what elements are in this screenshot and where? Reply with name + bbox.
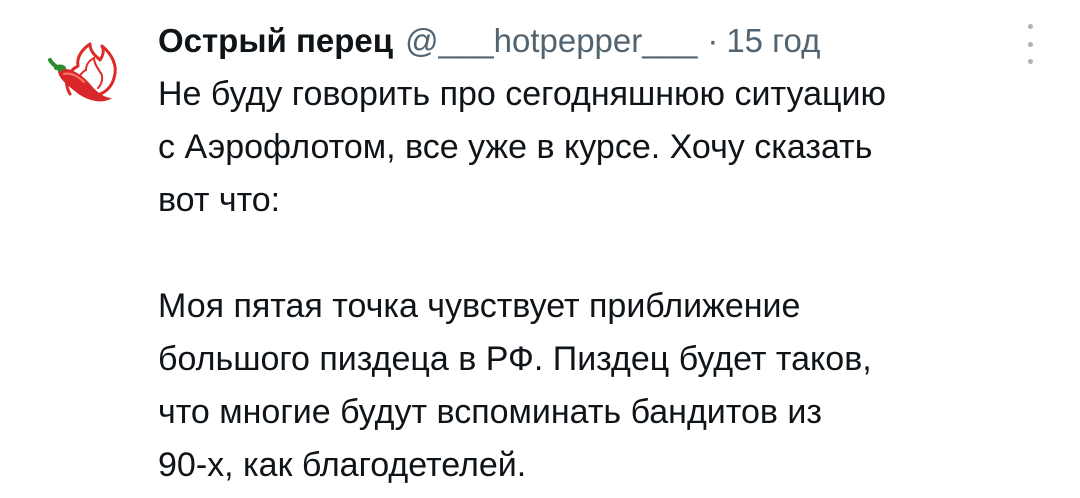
author-name[interactable]: Острый перец bbox=[158, 16, 393, 66]
text-line: большого пиздеца в РФ. Пиздец будет тако… bbox=[158, 340, 872, 378]
tweet-text: Не буду говорить про сегодняшнюю ситуаци… bbox=[158, 68, 1058, 492]
more-options-button[interactable] bbox=[1018, 24, 1042, 64]
text-line: 90-х, как благодетелей. bbox=[158, 446, 527, 484]
separator-dot: · bbox=[707, 22, 719, 59]
avatar[interactable] bbox=[40, 36, 126, 110]
text-line: Не буду говорить про сегодняшнюю ситуаци… bbox=[158, 75, 886, 113]
text-line: что многие будут вспоминать бандитов из bbox=[158, 393, 822, 431]
tweet[interactable]: Острый перец @___hotpepper___ · 15 год Н… bbox=[0, 0, 1080, 498]
author-handle[interactable]: @___hotpepper___ bbox=[405, 16, 697, 66]
more-vertical-icon bbox=[1027, 24, 1033, 29]
timestamp[interactable]: 15 год bbox=[726, 16, 820, 66]
text-line: вот что: bbox=[158, 181, 281, 219]
hot-pepper-icon bbox=[48, 42, 117, 102]
text-line: Моя пятая точка чувствует приближение bbox=[158, 287, 801, 325]
text-line: с Аэрофлотом, все уже в курсе. Хочу сказ… bbox=[158, 128, 873, 166]
tweet-header: Острый перец @___hotpepper___ · 15 год bbox=[158, 16, 820, 66]
